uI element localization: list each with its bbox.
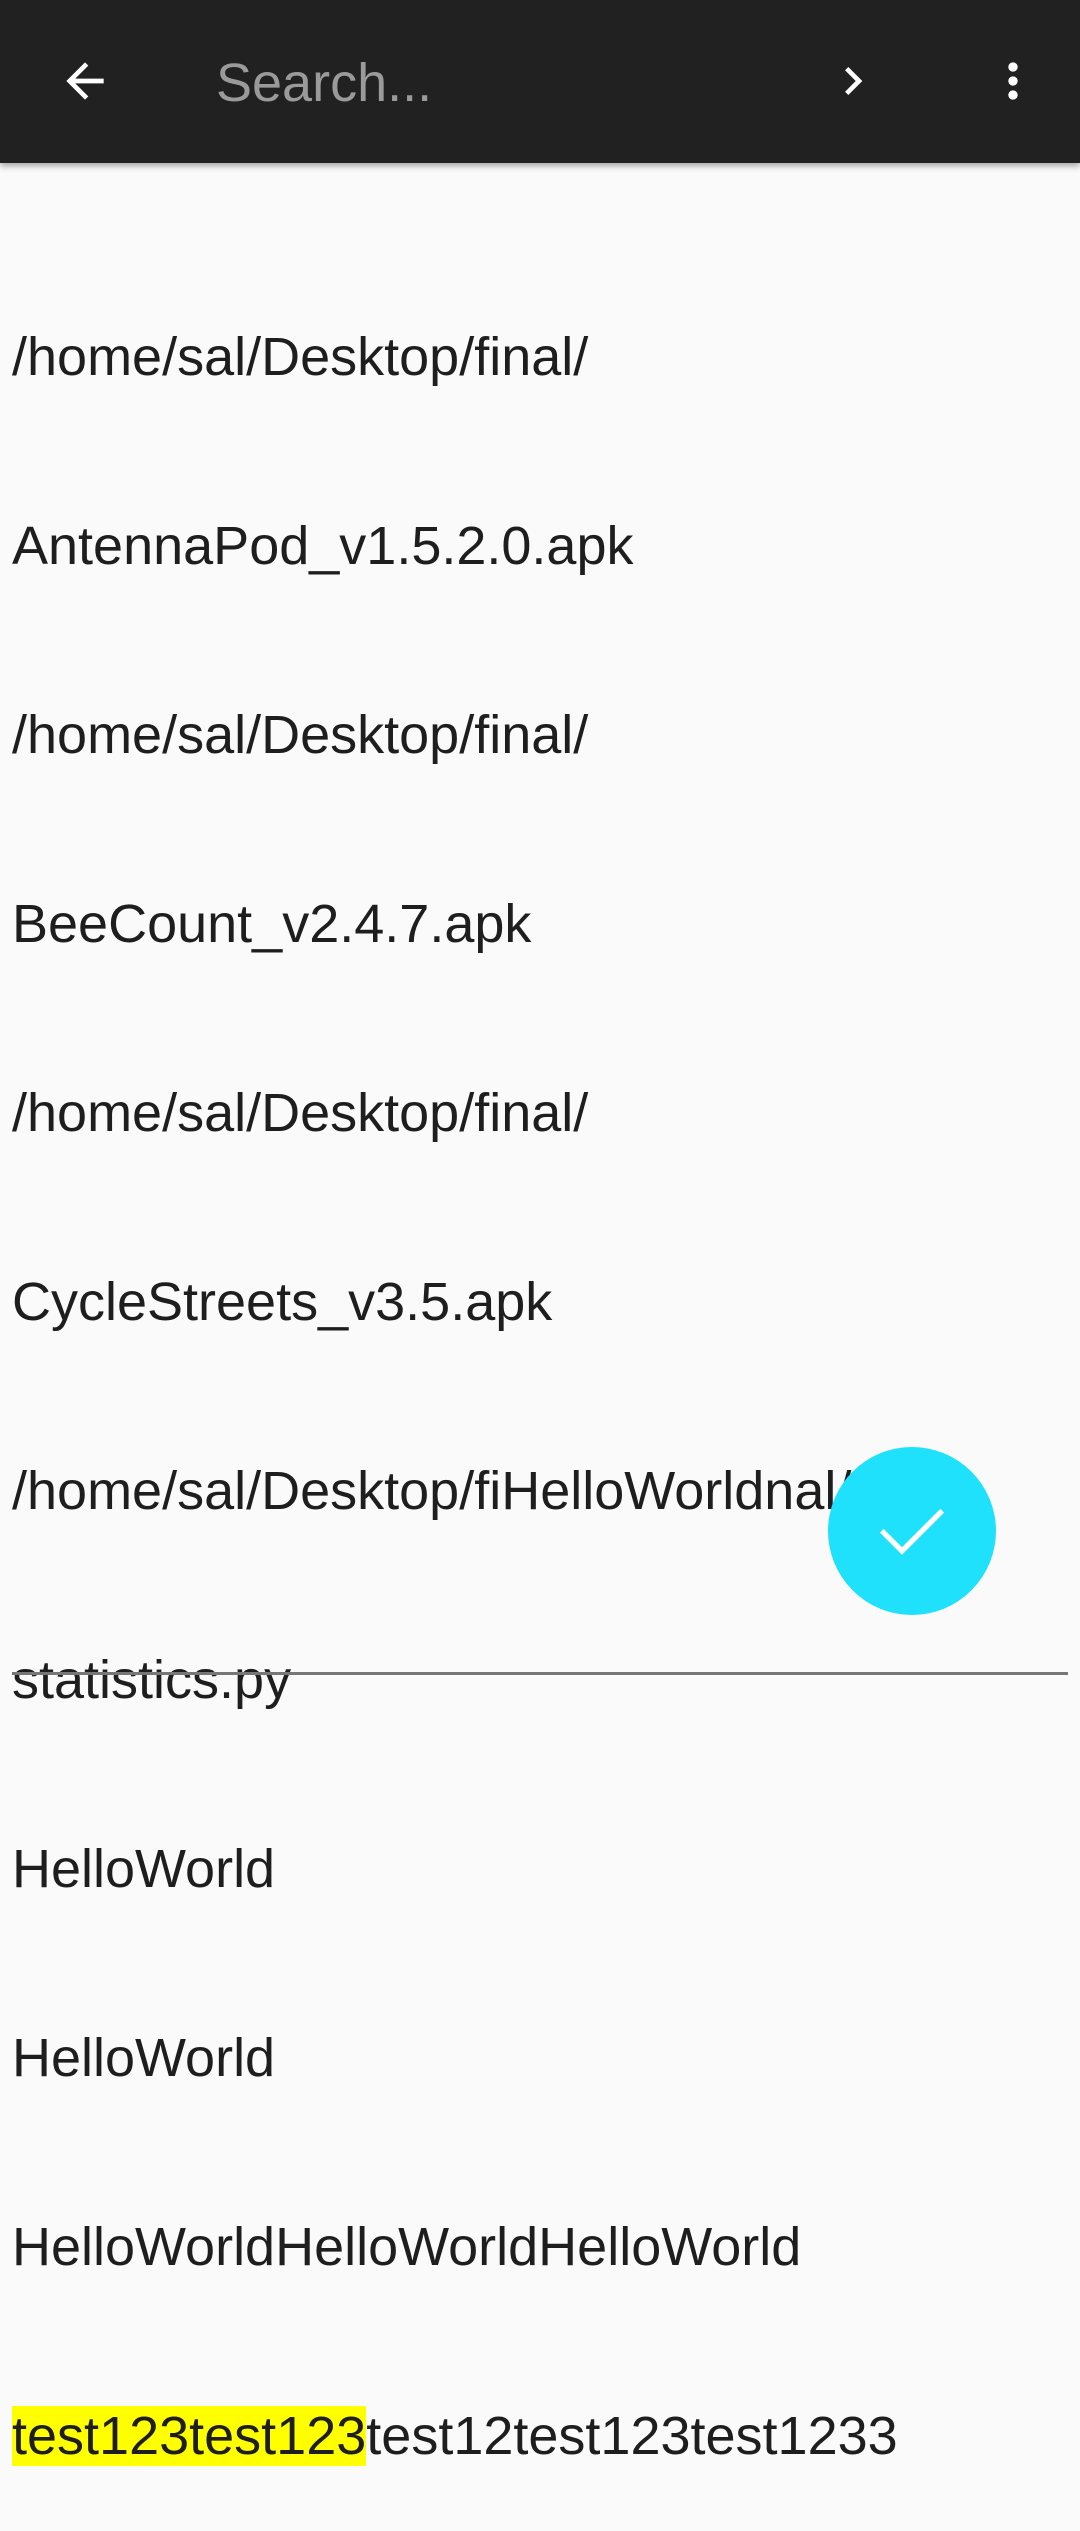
editor-bottom-divider xyxy=(12,1672,1068,1675)
confirm-fab-button[interactable] xyxy=(828,1447,996,1615)
text-editor[interactable]: /home/sal/Desktop/final/ AntennaPod_v1.5… xyxy=(12,200,1072,2531)
search-match-highlight: test123test123 xyxy=(12,2406,367,2466)
editor-line: /home/sal/Desktop/final/ xyxy=(12,705,589,765)
top-toolbar xyxy=(0,0,1080,163)
editor-line: CycleStreets_v3.5.apk xyxy=(12,1272,553,1332)
editor-line-rest: test12test123test1233 xyxy=(366,2406,898,2466)
find-next-button[interactable] xyxy=(808,36,898,126)
editor-line: HelloWorld xyxy=(12,2028,276,2088)
check-icon xyxy=(879,1508,945,1555)
chevron-right-icon xyxy=(845,67,863,95)
editor-line: statistics.py xyxy=(12,1650,292,1710)
editor-line: HelloWorld xyxy=(12,1839,276,1899)
editor-line: HelloWorldHelloWorldHelloWorld xyxy=(12,2217,802,2277)
search-input[interactable] xyxy=(216,48,776,118)
arrow-left-icon xyxy=(66,62,104,100)
editor-line-last: test123test123test12test123test1233 xyxy=(12,2405,1072,2468)
back-button[interactable] xyxy=(40,36,130,126)
overflow-menu-button[interactable] xyxy=(968,36,1058,126)
editor-line: /home/sal/Desktop/final/ xyxy=(12,1083,589,1143)
more-vertical-icon xyxy=(1008,62,1018,100)
editor-line: /home/sal/Desktop/final/ xyxy=(12,327,589,387)
editor-line: AntennaPod_v1.5.2.0.apk xyxy=(12,516,634,576)
editor-line: BeeCount_v2.4.7.apk xyxy=(12,894,532,954)
